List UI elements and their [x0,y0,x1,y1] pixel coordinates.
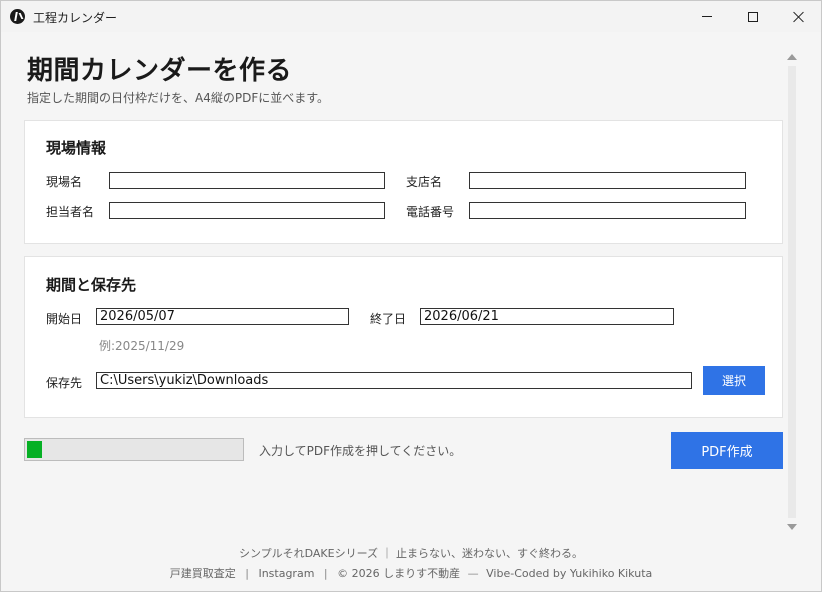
app-logo-icon [10,9,25,24]
page-title: 期間カレンダーを作る [27,56,293,86]
app-window: 工程カレンダー 期間カレンダーを作る 指定した期間の日付枠だけを、A4縦のPDF… [0,0,822,592]
select-folder-button[interactable]: 選択 [703,366,765,395]
title-bar[interactable]: 工程カレンダー [1,1,821,32]
scroll-track[interactable] [788,66,796,518]
status-message: 入力してPDF作成を押してください。 [259,444,462,458]
vertical-scrollbar[interactable] [785,50,799,536]
end-date-label: 終了日 [370,312,407,326]
credit-text: Vibe-Coded by Yukihiko Kikuta [486,567,653,580]
maximize-button[interactable] [730,1,776,32]
person-field[interactable] [109,202,385,219]
close-button[interactable] [776,1,821,32]
date-example-hint: 例:2025/11/29 [99,339,185,353]
footer-dash: — [467,567,479,580]
create-pdf-button[interactable]: PDF作成 [671,432,783,469]
period-heading: 期間と保存先 [46,276,137,294]
copyright-text: © 2026 しまりす不動産 [337,567,461,580]
phone-label: 電話番号 [406,205,455,219]
progress-bar [24,438,244,461]
window-title: 工程カレンダー [33,11,118,25]
site-info-card: 現場情報 現場名 支店名 担当者名 電話番号 [24,120,783,244]
end-date-field[interactable]: 2026/06/21 [420,308,674,325]
scroll-up-arrow-icon[interactable] [787,54,797,60]
progress-fill [27,441,42,458]
scroll-down-arrow-icon[interactable] [787,524,797,530]
site-name-label: 現場名 [46,175,83,189]
maximize-icon [748,11,758,22]
footer-links: 戸建買取査定 | Instagram | © 2026 しまりす不動産 — Vi… [1,565,821,581]
start-date-label: 開始日 [46,312,83,326]
close-icon [793,11,805,23]
instagram-link[interactable]: Instagram [258,567,314,580]
page-subtitle: 指定した期間の日付枠だけを、A4縦のPDFに並べます。 [27,91,330,105]
realestate-link[interactable]: 戸建買取査定 [170,567,236,580]
footer-separator: | [245,567,249,580]
branch-field[interactable] [469,172,746,189]
save-path-label: 保存先 [46,376,83,390]
save-path-field[interactable]: C:\Users\yukiz\Downloads [96,372,692,389]
site-name-field[interactable] [109,172,385,189]
start-date-field[interactable]: 2026/05/07 [96,308,349,325]
main-content: 期間カレンダーを作る 指定した期間の日付枠だけを、A4縦のPDFに並べます。 現… [1,32,821,591]
phone-field[interactable] [469,202,746,219]
person-label: 担当者名 [46,205,95,219]
minimize-button[interactable] [684,1,730,32]
period-card: 期間と保存先 開始日 2026/05/07 終了日 2026/06/21 例:2… [24,256,783,418]
site-info-heading: 現場情報 [46,139,107,157]
footer-separator: | [323,567,328,580]
branch-label: 支店名 [406,175,443,189]
footer-tagline: シンプルそれDAKEシリーズ ｜ 止まらない、迷わない、すぐ終わる。 [238,547,584,560]
minimize-icon [702,16,712,17]
